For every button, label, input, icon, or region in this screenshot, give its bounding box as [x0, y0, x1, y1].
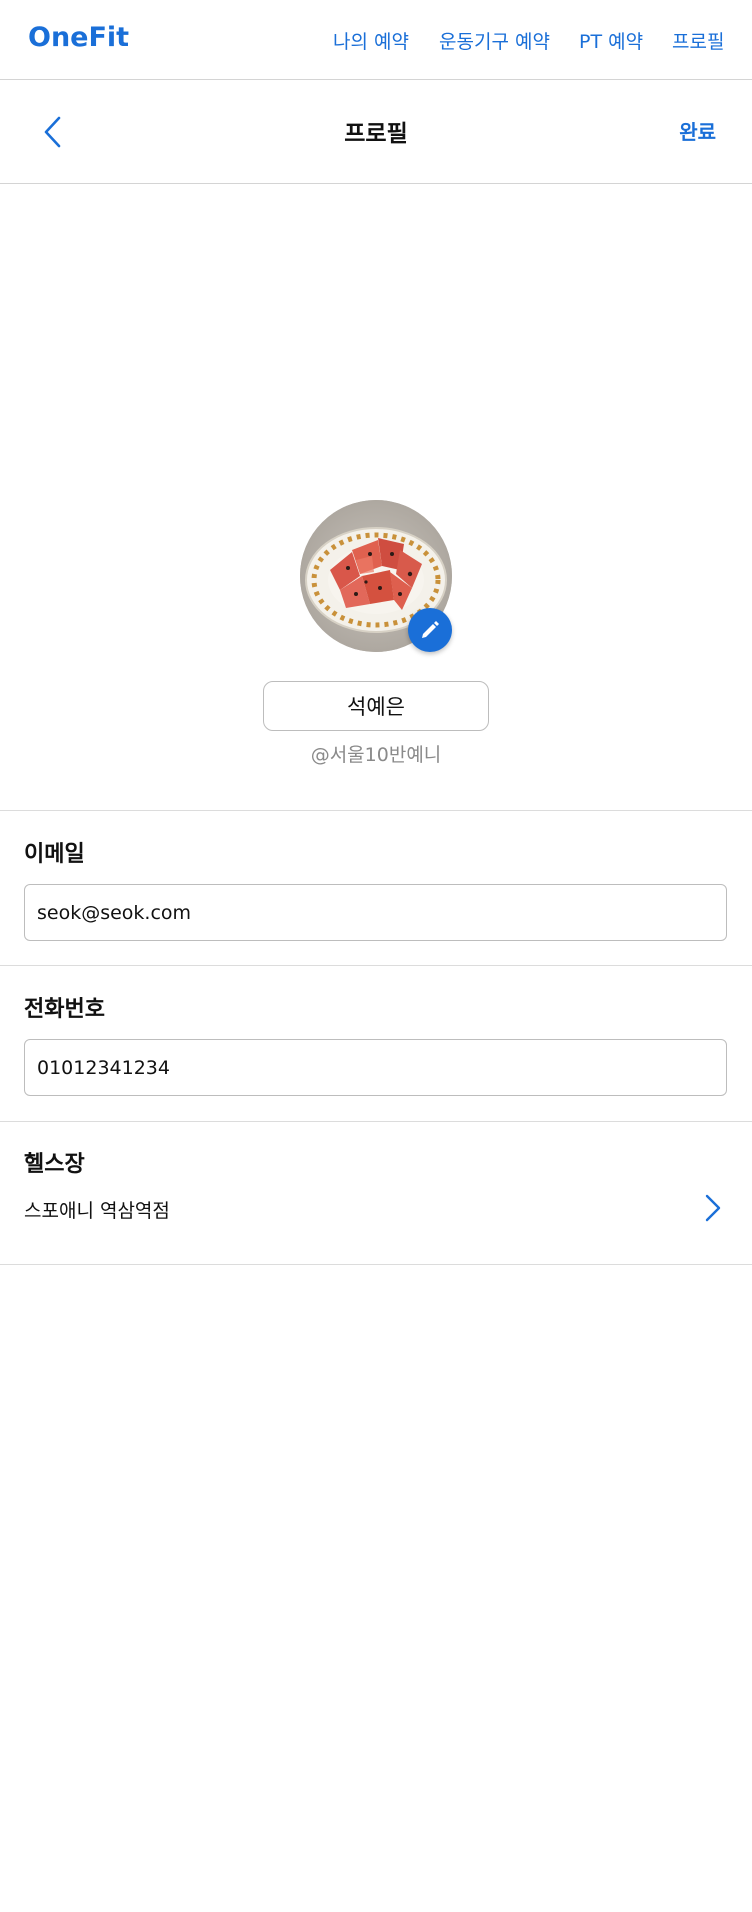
chevron-right-icon — [705, 1194, 721, 1222]
nav-link-my-reservations[interactable]: 나의 예약 — [333, 27, 409, 54]
avatar-container — [300, 500, 452, 652]
nav-link-profile[interactable]: 프로필 — [672, 27, 724, 54]
gym-name: 스포애니 역삼역점 — [24, 1200, 170, 1222]
email-field[interactable] — [24, 884, 727, 941]
page-title: 프로필 — [344, 121, 408, 147]
gym-label: 헬스장 — [24, 1152, 85, 1177]
phone-label: 전화번호 — [24, 997, 105, 1022]
top-navigation: OneFit 나의 예약 운동기구 예약 PT 예약 프로필 — [0, 0, 752, 80]
phone-field[interactable] — [24, 1039, 727, 1096]
gym-selector[interactable]: 스포애니 역삼역점 — [0, 1186, 752, 1230]
done-button[interactable]: 완료 — [679, 116, 716, 145]
divider — [0, 965, 752, 966]
pencil-icon — [422, 621, 439, 638]
nav-link-pt-reservation[interactable]: PT 예약 — [579, 27, 643, 54]
divider — [0, 1264, 752, 1265]
edit-avatar-button[interactable] — [408, 608, 452, 652]
email-label: 이메일 — [24, 842, 85, 867]
divider — [0, 1121, 752, 1122]
brand-logo[interactable]: OneFit — [28, 22, 129, 53]
user-handle: @서울10반예니 — [310, 744, 442, 766]
name-input[interactable] — [263, 681, 489, 731]
nav-link-equipment-reservation[interactable]: 운동기구 예약 — [439, 27, 550, 54]
page-header: 프로필 완료 — [0, 80, 752, 184]
divider — [0, 810, 752, 811]
